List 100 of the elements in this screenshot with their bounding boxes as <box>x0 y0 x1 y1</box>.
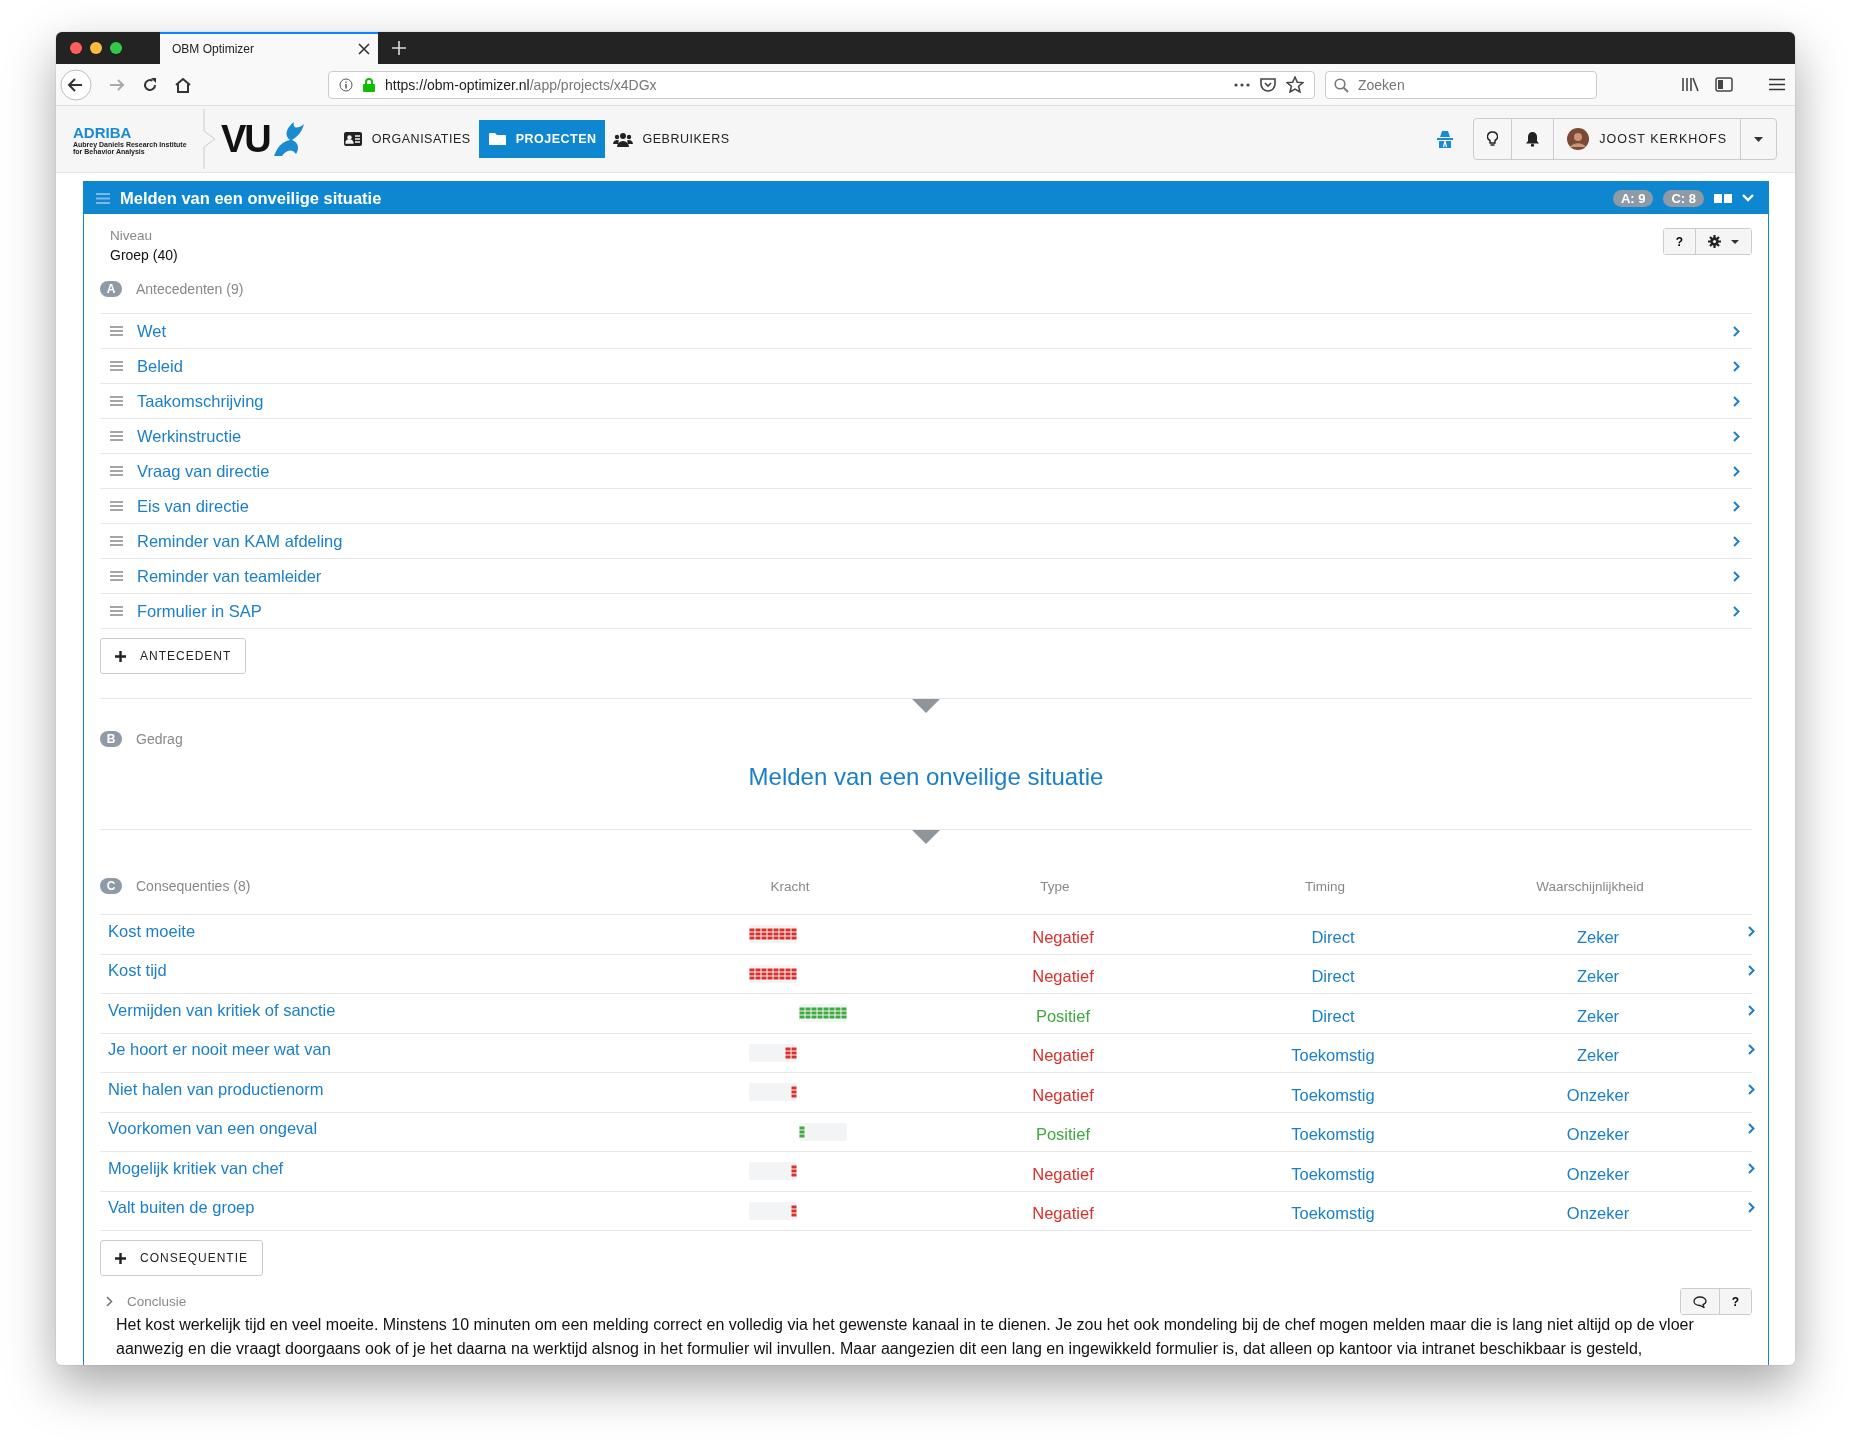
speech-bubble-icon <box>1692 1295 1707 1308</box>
folder-icon <box>488 132 506 146</box>
consequence-link[interactable]: Vermijden van kritiek of sanctie <box>108 1000 688 1020</box>
collapse-chevron-icon[interactable] <box>1742 194 1754 202</box>
drag-handle-icon[interactable] <box>110 571 123 581</box>
drag-handle-icon[interactable] <box>110 326 123 336</box>
consequence-link[interactable]: Mogelijk kritiek van chef <box>108 1158 688 1178</box>
antecedent-link[interactable]: Beleid <box>137 356 183 376</box>
antecedent-link[interactable]: Werkinstructie <box>137 426 242 446</box>
forward-icon[interactable] <box>108 76 126 93</box>
consequence-link[interactable]: Voorkomen van een ongeval <box>108 1119 688 1139</box>
close-tab-icon[interactable] <box>358 43 370 55</box>
id-card-icon <box>343 132 362 146</box>
settings-button[interactable] <box>1696 229 1751 254</box>
chevron-right-icon[interactable] <box>1733 430 1740 442</box>
chevron-right-icon[interactable] <box>1733 360 1740 372</box>
chevron-right-icon[interactable] <box>1748 1044 1755 1056</box>
column-header: Waarschijnlijkheid <box>1536 878 1644 894</box>
bookmark-star-icon[interactable] <box>1286 76 1304 93</box>
drag-handle-icon[interactable] <box>110 606 123 616</box>
nav-tab[interactable]: ORGANISATIES <box>335 120 479 158</box>
search-field[interactable]: Zoeken <box>1325 70 1597 99</box>
help-button[interactable]: ? <box>1663 229 1696 254</box>
maximize-window-icon[interactable] <box>110 42 122 54</box>
drag-handle-icon[interactable] <box>110 501 123 511</box>
antecedent-link[interactable]: Wet <box>137 321 167 341</box>
drag-handle-icon[interactable] <box>110 466 123 476</box>
antecedent-link[interactable]: Formulier in SAP <box>137 601 262 621</box>
count-badge: A: 9 <box>1612 189 1654 207</box>
new-tab-icon[interactable] <box>392 41 406 55</box>
comment-button[interactable] <box>1680 1289 1720 1314</box>
browser-tab[interactable]: OBM Optimizer <box>160 32 378 64</box>
chevron-right-icon[interactable] <box>1733 325 1740 337</box>
timing-value: Direct <box>1311 1006 1355 1026</box>
view-toggle-icon[interactable] <box>1714 193 1732 203</box>
antecedent-link[interactable]: Eis van directie <box>137 496 249 516</box>
close-window-icon[interactable] <box>70 42 82 54</box>
help-button[interactable]: ? <box>1719 1289 1751 1314</box>
conclusion-text: Het kost werkelijk tijd en veel moeite. Minstens 10 minuten om een melding correct en volledig via het gewenste kanaal in te dienen. Je zou het ook mondeling bij de chef mogen melden maar die is lang niet altijd op de vloer aanwezig en die vraagt doorgaans ook of je het daarna na werktijd alsnog in het formulier wil invullen. Maar aangezien dit een lang en ingewikkeld formulier is, dat alleen op kantoor via intranet beschikbaar is gesteld, <box>115 1315 1695 1359</box>
chevron-right-icon[interactable] <box>1748 1162 1755 1174</box>
timing-value: Direct <box>1311 967 1355 987</box>
chevron-right-icon[interactable] <box>1733 395 1740 407</box>
lock-icon <box>363 77 375 92</box>
chevron-right-icon[interactable] <box>1748 1202 1755 1214</box>
chevron-right-icon[interactable] <box>1748 1123 1755 1135</box>
add-antecedent-button[interactable]: ANTECEDENT <box>100 638 247 674</box>
consequence-link[interactable]: Kost tijd <box>108 961 688 981</box>
count-badge: C: 8 <box>1663 189 1704 207</box>
consequence-link[interactable]: Valt buiten de groep <box>108 1198 688 1218</box>
timing-value: Toekomstig <box>1291 1085 1375 1105</box>
level-label: Niveau <box>110 228 154 243</box>
drag-handle-icon[interactable] <box>110 396 123 406</box>
drag-handle-icon[interactable] <box>110 361 123 371</box>
consequence-link[interactable]: Niet halen van productienorm <box>108 1079 688 1099</box>
antecedent-link[interactable]: Taakomschrijving <box>137 391 264 411</box>
incognito-icon[interactable] <box>1437 130 1454 148</box>
antecedent-link[interactable]: Reminder van teamleider <box>137 566 322 586</box>
down-arrow-icon <box>912 699 940 713</box>
chevron-right-icon[interactable] <box>1733 535 1740 547</box>
nav-tab[interactable]: GEBRUIKERS <box>604 120 738 158</box>
chevron-right-icon[interactable] <box>1733 465 1740 477</box>
probability-value: Onzeker <box>1566 1204 1630 1224</box>
chevron-right-icon[interactable] <box>1748 1083 1755 1095</box>
consequence-link[interactable]: Je hoort er nooit meer wat van <box>108 1040 688 1060</box>
chevron-right-icon[interactable] <box>1733 570 1740 582</box>
chevron-right-icon[interactable] <box>1733 500 1740 512</box>
type-value: Positief <box>1035 1006 1091 1026</box>
info-icon[interactable] <box>339 77 353 92</box>
plus-icon <box>115 650 126 662</box>
probability-value: Onzeker <box>1566 1125 1630 1145</box>
chevron-right-icon[interactable] <box>1748 965 1755 977</box>
library-icon[interactable] <box>1681 77 1699 92</box>
nav-tab[interactable]: PROJECTEN <box>478 120 605 158</box>
drag-handle-icon[interactable] <box>110 431 123 441</box>
reload-icon[interactable] <box>142 76 158 93</box>
timing-value: Direct <box>1311 927 1355 947</box>
consequence-link[interactable]: Kost moeite <box>108 921 688 941</box>
chevron-right-icon[interactable] <box>1733 605 1740 617</box>
chevron-right-icon[interactable] <box>106 1296 113 1307</box>
pocket-icon[interactable] <box>1260 77 1276 92</box>
vu-logo[interactable]: VU <box>221 120 306 158</box>
probability-value: Onzeker <box>1566 1164 1630 1184</box>
timing-value: Toekomstig <box>1291 1125 1375 1145</box>
minimize-window-icon[interactable] <box>90 42 102 54</box>
chevron-right-icon[interactable] <box>1748 1004 1755 1016</box>
users-icon <box>612 131 633 147</box>
back-icon[interactable] <box>60 68 92 101</box>
drag-handle-icon[interactable] <box>96 192 110 204</box>
chevron-right-icon[interactable] <box>1748 925 1755 937</box>
sidebar-icon[interactable] <box>1715 77 1733 92</box>
menu-icon[interactable] <box>1769 78 1785 91</box>
antecedent-link[interactable]: Vraag van directie <box>137 461 270 481</box>
antecedent-link[interactable]: Reminder van KAM afdeling <box>137 531 343 551</box>
level-value: Groep (40) <box>110 247 178 263</box>
add-consequence-button[interactable]: CONSEQUENTIE <box>100 1240 263 1276</box>
drag-handle-icon[interactable] <box>110 536 123 546</box>
url-field[interactable]: https://obm-optimizer.nl/app/projects/x4DGx <box>328 70 1315 99</box>
avatar-icon <box>1567 128 1590 150</box>
home-icon[interactable] <box>174 76 192 93</box>
more-icon[interactable] <box>1234 82 1250 87</box>
